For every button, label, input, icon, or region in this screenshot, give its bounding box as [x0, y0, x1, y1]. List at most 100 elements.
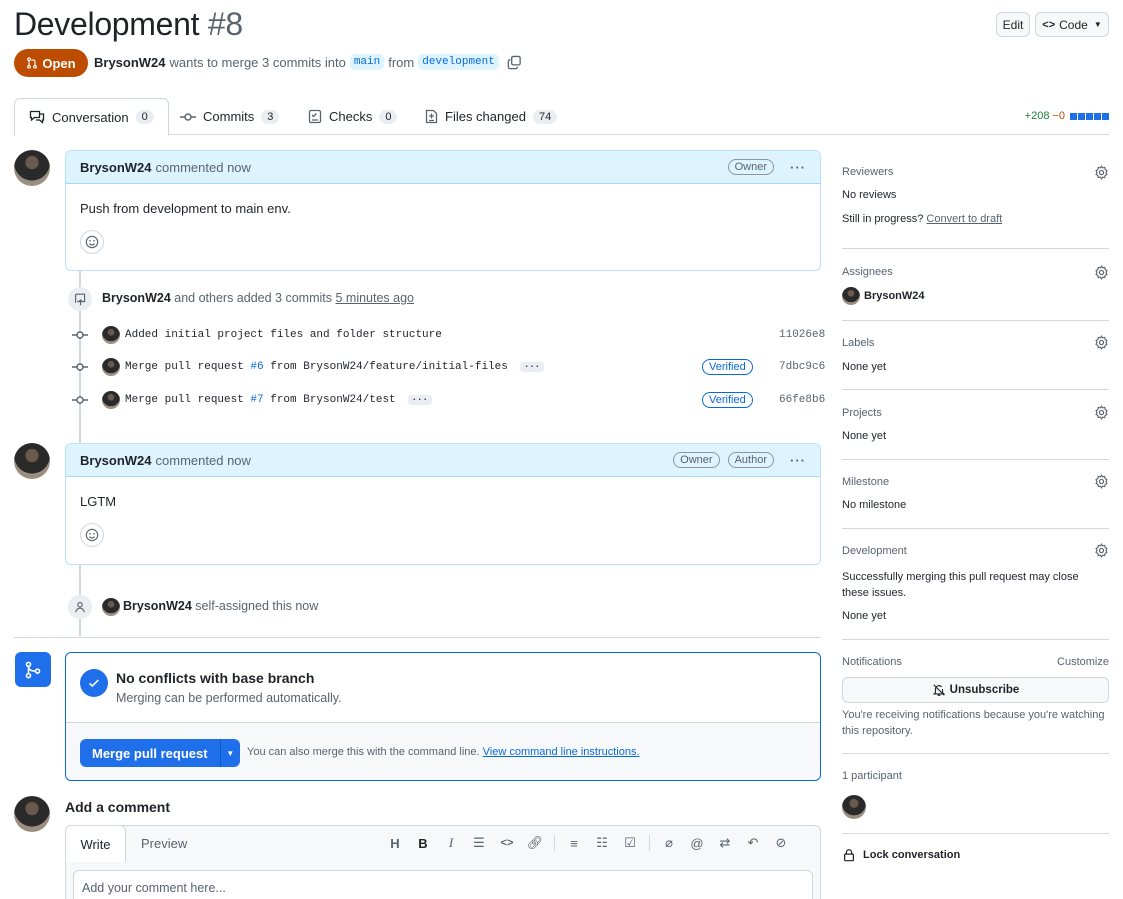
mention-icon[interactable]: @ — [688, 834, 706, 852]
code-button[interactable]: <> Code ▼ — [1035, 12, 1109, 37]
assignees-section: Assignees BrysonW24 — [842, 249, 1109, 321]
kebab-icon[interactable]: ··· — [790, 160, 806, 175]
avatar[interactable] — [14, 443, 50, 479]
draft-hint-text: Still in progress? — [842, 213, 924, 225]
labels-value: None yet — [842, 361, 887, 373]
tab-conversation[interactable]: Conversation 0 — [14, 98, 169, 136]
commit-message[interactable]: Merge pull request #6 from BrysonW24/fea… — [125, 361, 545, 373]
avatar[interactable] — [842, 795, 866, 819]
event-author[interactable]: BrysonW24 — [123, 599, 192, 613]
convert-to-draft-link[interactable]: Convert to draft — [926, 213, 1002, 225]
preview-tab[interactable]: Preview — [141, 836, 187, 851]
labels-title[interactable]: Labels — [842, 337, 874, 349]
avatar[interactable] — [14, 150, 50, 186]
notifications-title: Notifications — [842, 656, 902, 668]
gear-icon[interactable] — [1094, 335, 1109, 350]
head-branch[interactable]: development — [418, 54, 499, 70]
attach-icon[interactable]: ⌀ — [660, 834, 678, 852]
lock-icon — [844, 849, 854, 862]
cross-reference-icon[interactable]: ⇄ — [716, 834, 734, 852]
event-text: self-assigned this now — [195, 599, 319, 613]
assignees-title[interactable]: Assignees — [842, 266, 893, 278]
tab-files-changed[interactable]: Files changed 74 — [411, 98, 571, 135]
diffstat-bar — [1070, 112, 1109, 120]
link-icon[interactable]: 🔗︎ — [526, 834, 544, 852]
code-icon[interactable]: <> — [498, 834, 516, 852]
pr-link[interactable]: #6 — [250, 361, 263, 373]
check-circle-icon — [80, 669, 108, 697]
copy-icon[interactable] — [507, 55, 522, 70]
tab-label: Checks — [329, 109, 373, 124]
smiley-icon — [85, 235, 99, 249]
task-list-icon[interactable]: ☑ — [621, 834, 639, 852]
markdown-toolbar: H B I ☰ <> 🔗︎ ≡ ☷ ☑ ⌀ @ ⇄ ↶ ⊘ — [386, 834, 790, 852]
status-label: Open — [42, 55, 76, 71]
gear-icon[interactable] — [1094, 543, 1109, 558]
quote-icon[interactable]: ☰ — [470, 834, 488, 852]
merge-pull-request-button[interactable]: Merge pull request — [80, 739, 221, 767]
milestone-title[interactable]: Milestone — [842, 476, 889, 488]
event-author[interactable]: BrysonW24 — [102, 291, 171, 305]
comment-action: commented now — [155, 452, 251, 468]
gear-icon[interactable] — [1094, 474, 1109, 489]
projects-section: Projects None yet — [842, 390, 1109, 460]
kebab-icon[interactable]: ··· — [790, 453, 806, 468]
bold-icon[interactable]: B — [414, 834, 432, 852]
comment-box: BrysonW24 commented now Owner Author ···… — [65, 443, 821, 565]
commit-message-text: Merge pull request — [125, 361, 251, 373]
comment-author[interactable]: BrysonW24 — [80, 160, 152, 175]
ordered-list-icon[interactable]: ≡ — [565, 834, 583, 852]
event-text: and others added 3 commits — [174, 291, 332, 305]
merge-options-dropdown[interactable]: ▼ — [221, 749, 240, 758]
reply-icon[interactable]: ↶ — [744, 834, 762, 852]
pr-meta: BrysonW24 wants to merge 3 commits into … — [94, 54, 522, 70]
unsubscribe-button[interactable]: Unsubscribe — [842, 677, 1109, 703]
gear-icon[interactable] — [1094, 165, 1109, 180]
avatar — [102, 326, 120, 344]
tab-counter: 74 — [532, 109, 558, 124]
expand-commit-button[interactable]: ··· — [519, 362, 545, 372]
heading-icon[interactable]: H — [386, 834, 404, 852]
base-branch[interactable]: main — [349, 54, 385, 70]
commit-message[interactable]: Merge pull request #7 from BrysonW24/tes… — [125, 394, 432, 406]
author-link[interactable]: BrysonW24 — [94, 55, 166, 70]
comment-composer: Write Preview H B I ☰ <> 🔗︎ ≡ ☷ ☑ ⌀ @ ⇄ … — [65, 825, 821, 899]
edit-button[interactable]: Edit — [996, 12, 1030, 37]
gear-icon[interactable] — [1094, 265, 1109, 280]
command-line-instructions-link[interactable]: View command line instructions. — [483, 746, 640, 758]
unordered-list-icon[interactable]: ☷ — [593, 834, 611, 852]
slash-command-icon[interactable]: ⊘ — [772, 834, 790, 852]
commit-sha[interactable]: 11026e8 — [779, 329, 825, 341]
avatar — [102, 358, 120, 376]
lock-conversation-button[interactable]: Lock conversation — [842, 848, 960, 862]
commit-sha[interactable]: 7dbc9c6 — [779, 361, 825, 373]
notifications-section: Notifications Customize Unsubscribe You'… — [842, 640, 1109, 754]
verified-badge[interactable]: Verified — [702, 359, 753, 375]
owner-badge: Owner — [727, 159, 774, 175]
commit-message-text: from BrysonW24/test — [263, 394, 396, 406]
verified-badge[interactable]: Verified — [702, 392, 753, 408]
tab-checks[interactable]: Checks 0 — [294, 98, 411, 135]
add-reaction-button[interactable] — [80, 230, 104, 254]
customize-link[interactable]: Customize — [1057, 656, 1109, 668]
commit-sha[interactable]: 66fe8b6 — [779, 394, 825, 406]
add-reaction-button[interactable] — [80, 523, 104, 547]
pr-link[interactable]: #7 — [250, 394, 263, 406]
assignee-name[interactable]: BrysonW24 — [864, 290, 925, 302]
event-time[interactable]: 5 minutes ago — [335, 291, 414, 305]
notifications-description: You're receiving notifications because y… — [842, 709, 1105, 737]
gear-icon[interactable] — [1094, 405, 1109, 420]
comment-author[interactable]: BrysonW24 — [80, 453, 152, 468]
expand-commit-button[interactable]: ··· — [407, 395, 432, 405]
tab-counter: 3 — [261, 109, 280, 124]
italic-icon[interactable]: I — [442, 834, 460, 852]
comment-input[interactable]: Add your comment here... — [73, 870, 813, 899]
development-title[interactable]: Development — [842, 545, 907, 557]
commit-message[interactable]: Added initial project files and folder s… — [125, 329, 442, 341]
projects-title[interactable]: Projects — [842, 407, 882, 419]
tab-commits[interactable]: Commits 3 — [166, 98, 293, 135]
draft-hint: Still in progress? Convert to draft — [842, 213, 1002, 225]
write-tab[interactable]: Write — [65, 825, 126, 862]
reviewers-title[interactable]: Reviewers — [842, 166, 893, 178]
milestone-value: No milestone — [842, 499, 907, 511]
